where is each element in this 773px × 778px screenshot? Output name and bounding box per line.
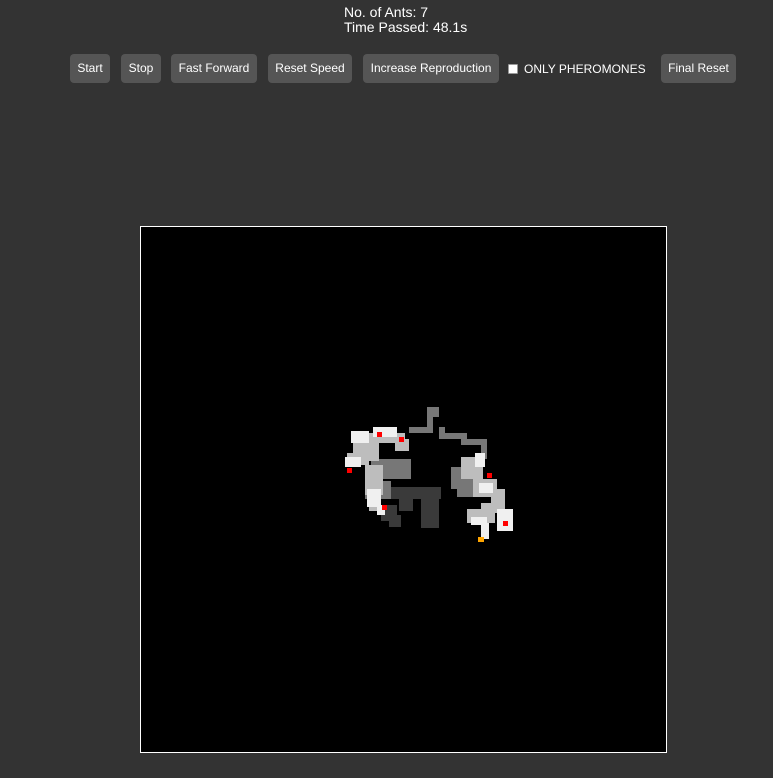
increase-reproduction-button[interactable]: Increase Reproduction [363, 54, 499, 83]
ant [487, 473, 492, 478]
pheromone-trail-medium [365, 407, 487, 499]
stop-button[interactable]: Stop [121, 54, 161, 83]
only-pheromones-label: ONLY PHEROMONES [524, 62, 646, 76]
toolbar: Start Stop Fast Forward Reset Speed Incr… [0, 54, 773, 84]
food-source [478, 537, 484, 542]
simulation-canvas[interactable] [140, 226, 667, 753]
final-reset-button[interactable]: Final Reset [661, 54, 736, 83]
pheromone-map [345, 407, 513, 542]
only-pheromones-toggle[interactable]: ONLY PHEROMONES [508, 61, 646, 77]
ant-count-text: No. of Ants: 7 [344, 4, 429, 20]
only-pheromones-checkbox[interactable] [508, 64, 518, 74]
time-passed-text: Time Passed: 48.1s [344, 19, 468, 35]
start-button[interactable]: Start [70, 54, 110, 83]
stats-panel: No. of Ants: 7 Time Passed: 48.1s [344, 5, 467, 35]
ant [347, 468, 352, 473]
reset-speed-button[interactable]: Reset Speed [268, 54, 352, 83]
ant [377, 432, 382, 437]
ant [503, 521, 508, 526]
ant [399, 437, 404, 442]
ant [382, 505, 387, 510]
fast-forward-button[interactable]: Fast Forward [171, 54, 257, 83]
